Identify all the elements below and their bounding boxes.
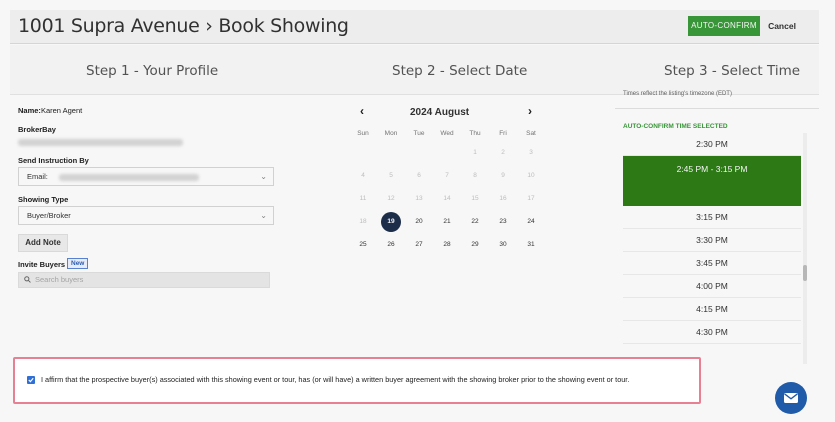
calendar-day-selected[interactable]: 19 (381, 212, 401, 232)
time-slot-list: 2:30 PM 2:45 PM - 3:15 PM 3:15 PM 3:30 PM 3:… (623, 133, 801, 364)
mail-icon (784, 393, 798, 403)
chevron-down-icon: ⌄ (260, 172, 267, 181)
time-slot[interactable]: 3:15 PM (623, 206, 801, 229)
time-slot[interactable]: 4:15 PM (623, 298, 801, 321)
chevron-down-icon: ⌄ (260, 211, 267, 220)
profile-name-label: Name: (18, 106, 41, 115)
calendar-day: 10 (527, 172, 535, 179)
time-slot-scrollbar[interactable] (803, 133, 807, 364)
email-redacted (59, 174, 199, 181)
send-instruction-value: Email: (27, 172, 48, 181)
calendar-day: 7 (445, 172, 449, 179)
weekday-header: Mon (384, 130, 398, 137)
calendar-day[interactable]: 25 (353, 235, 373, 255)
showing-type-value: Buyer/Broker (27, 211, 71, 220)
calendar-day: 15 (471, 195, 479, 202)
calendar-day[interactable]: 21 (437, 212, 457, 232)
time-slot[interactable]: 4:30 PM (623, 321, 801, 344)
time-slot[interactable]: 3:30 PM (623, 229, 801, 252)
calendar-day: 17 (527, 195, 535, 202)
search-buyers-placeholder: Search buyers (35, 275, 84, 284)
calendar-day: 14 (443, 195, 451, 202)
brokerbay-redacted (18, 139, 183, 146)
chevron-left-icon[interactable]: ‹ (360, 104, 364, 118)
calendar-day: 8 (473, 172, 477, 179)
send-instruction-label: Send Instruction By (18, 156, 89, 165)
invite-buyers-label: Invite Buyers (18, 260, 66, 269)
affirmation-text: I affirm that the prospective buyer(s) a… (41, 375, 630, 384)
calendar-day: 2 (501, 149, 505, 156)
step-3-title: Step 3 - Select Time (664, 63, 801, 79)
calendar-day: 13 (415, 195, 423, 202)
time-slot[interactable]: 2:30 PM (623, 133, 801, 156)
weekday-header: Tue (413, 130, 425, 137)
step-1-title: Step 1 - Your Profile (86, 63, 219, 79)
profile-name: Name:Karen Agent (18, 106, 82, 115)
calendar-month-title: 2024 August (410, 107, 470, 118)
showing-type-select[interactable]: Buyer/Broker ⌄ (18, 206, 274, 225)
auto-confirm-selected-label: AUTO-CONFIRM TIME SELECTED (623, 123, 728, 130)
chat-button[interactable] (775, 382, 807, 414)
chevron-right-icon[interactable]: › (528, 104, 532, 118)
weekday-header: Wed (440, 130, 454, 137)
weekday-header: Thu (469, 130, 481, 137)
brokerbay-label: BrokerBay (18, 125, 56, 134)
new-badge: New (67, 258, 89, 269)
time-slot[interactable]: 4:00 PM (623, 275, 801, 298)
calendar-day: 18 (359, 218, 367, 225)
calendar-day: 3 (529, 149, 533, 156)
timezone-note: Times reflect the listing's timezone (ED… (623, 91, 732, 97)
cancel-button[interactable]: Cancel (764, 16, 800, 36)
calendar-day[interactable]: 22 (465, 212, 485, 232)
weekday-header: Sat (526, 130, 536, 137)
calendar-day[interactable]: 24 (521, 212, 541, 232)
weekday-header: Sun (357, 130, 369, 137)
calendar-day: 12 (387, 195, 395, 202)
book-showing-app: 1001 Supra Avenue › Book Showing AUTO-CO… (10, 10, 819, 412)
calendar-day[interactable]: 28 (437, 235, 457, 255)
auto-confirm-button[interactable]: AUTO-CONFIRM (688, 16, 760, 36)
step-2-title: Step 2 - Select Date (392, 63, 528, 79)
calendar-day: 1 (473, 149, 477, 156)
calendar-day: 4 (361, 172, 365, 179)
showing-type-label: Showing Type (18, 195, 69, 204)
calendar-day[interactable]: 29 (465, 235, 485, 255)
calendar-day[interactable]: 23 (493, 212, 513, 232)
divider (615, 108, 819, 109)
weekday-header: Fri (499, 130, 507, 137)
calendar-day: 5 (389, 172, 393, 179)
profile-name-value: Karen Agent (40, 106, 83, 115)
add-note-button[interactable]: Add Note (18, 234, 68, 252)
calendar-day: 6 (417, 172, 421, 179)
scrollbar-thumb[interactable] (803, 265, 807, 281)
calendar-day: 9 (501, 172, 505, 179)
calendar-day[interactable]: 27 (409, 235, 429, 255)
send-instruction-select[interactable]: Email: ⌄ (18, 167, 274, 186)
checkbox-checked-icon[interactable] (27, 376, 35, 384)
search-buyers-input[interactable]: Search buyers (18, 272, 270, 288)
calendar-day: 11 (359, 195, 367, 202)
header: 1001 Supra Avenue › Book Showing AUTO-CO… (10, 10, 819, 44)
steps-bar: Step 1 - Your Profile Step 2 - Select Da… (10, 45, 819, 95)
page-title: 1001 Supra Avenue › Book Showing (18, 15, 349, 37)
time-slot-selected[interactable]: 2:45 PM - 3:15 PM (623, 156, 801, 206)
search-icon (24, 276, 31, 283)
calendar-day[interactable]: 20 (409, 212, 429, 232)
calendar-day[interactable]: 26 (381, 235, 401, 255)
time-slot[interactable]: 3:45 PM (623, 252, 801, 275)
buyer-agreement-affirmation: I affirm that the prospective buyer(s) a… (13, 357, 701, 404)
calendar-day[interactable]: 31 (521, 235, 541, 255)
calendar-day[interactable]: 30 (493, 235, 513, 255)
calendar-day: 16 (499, 195, 507, 202)
